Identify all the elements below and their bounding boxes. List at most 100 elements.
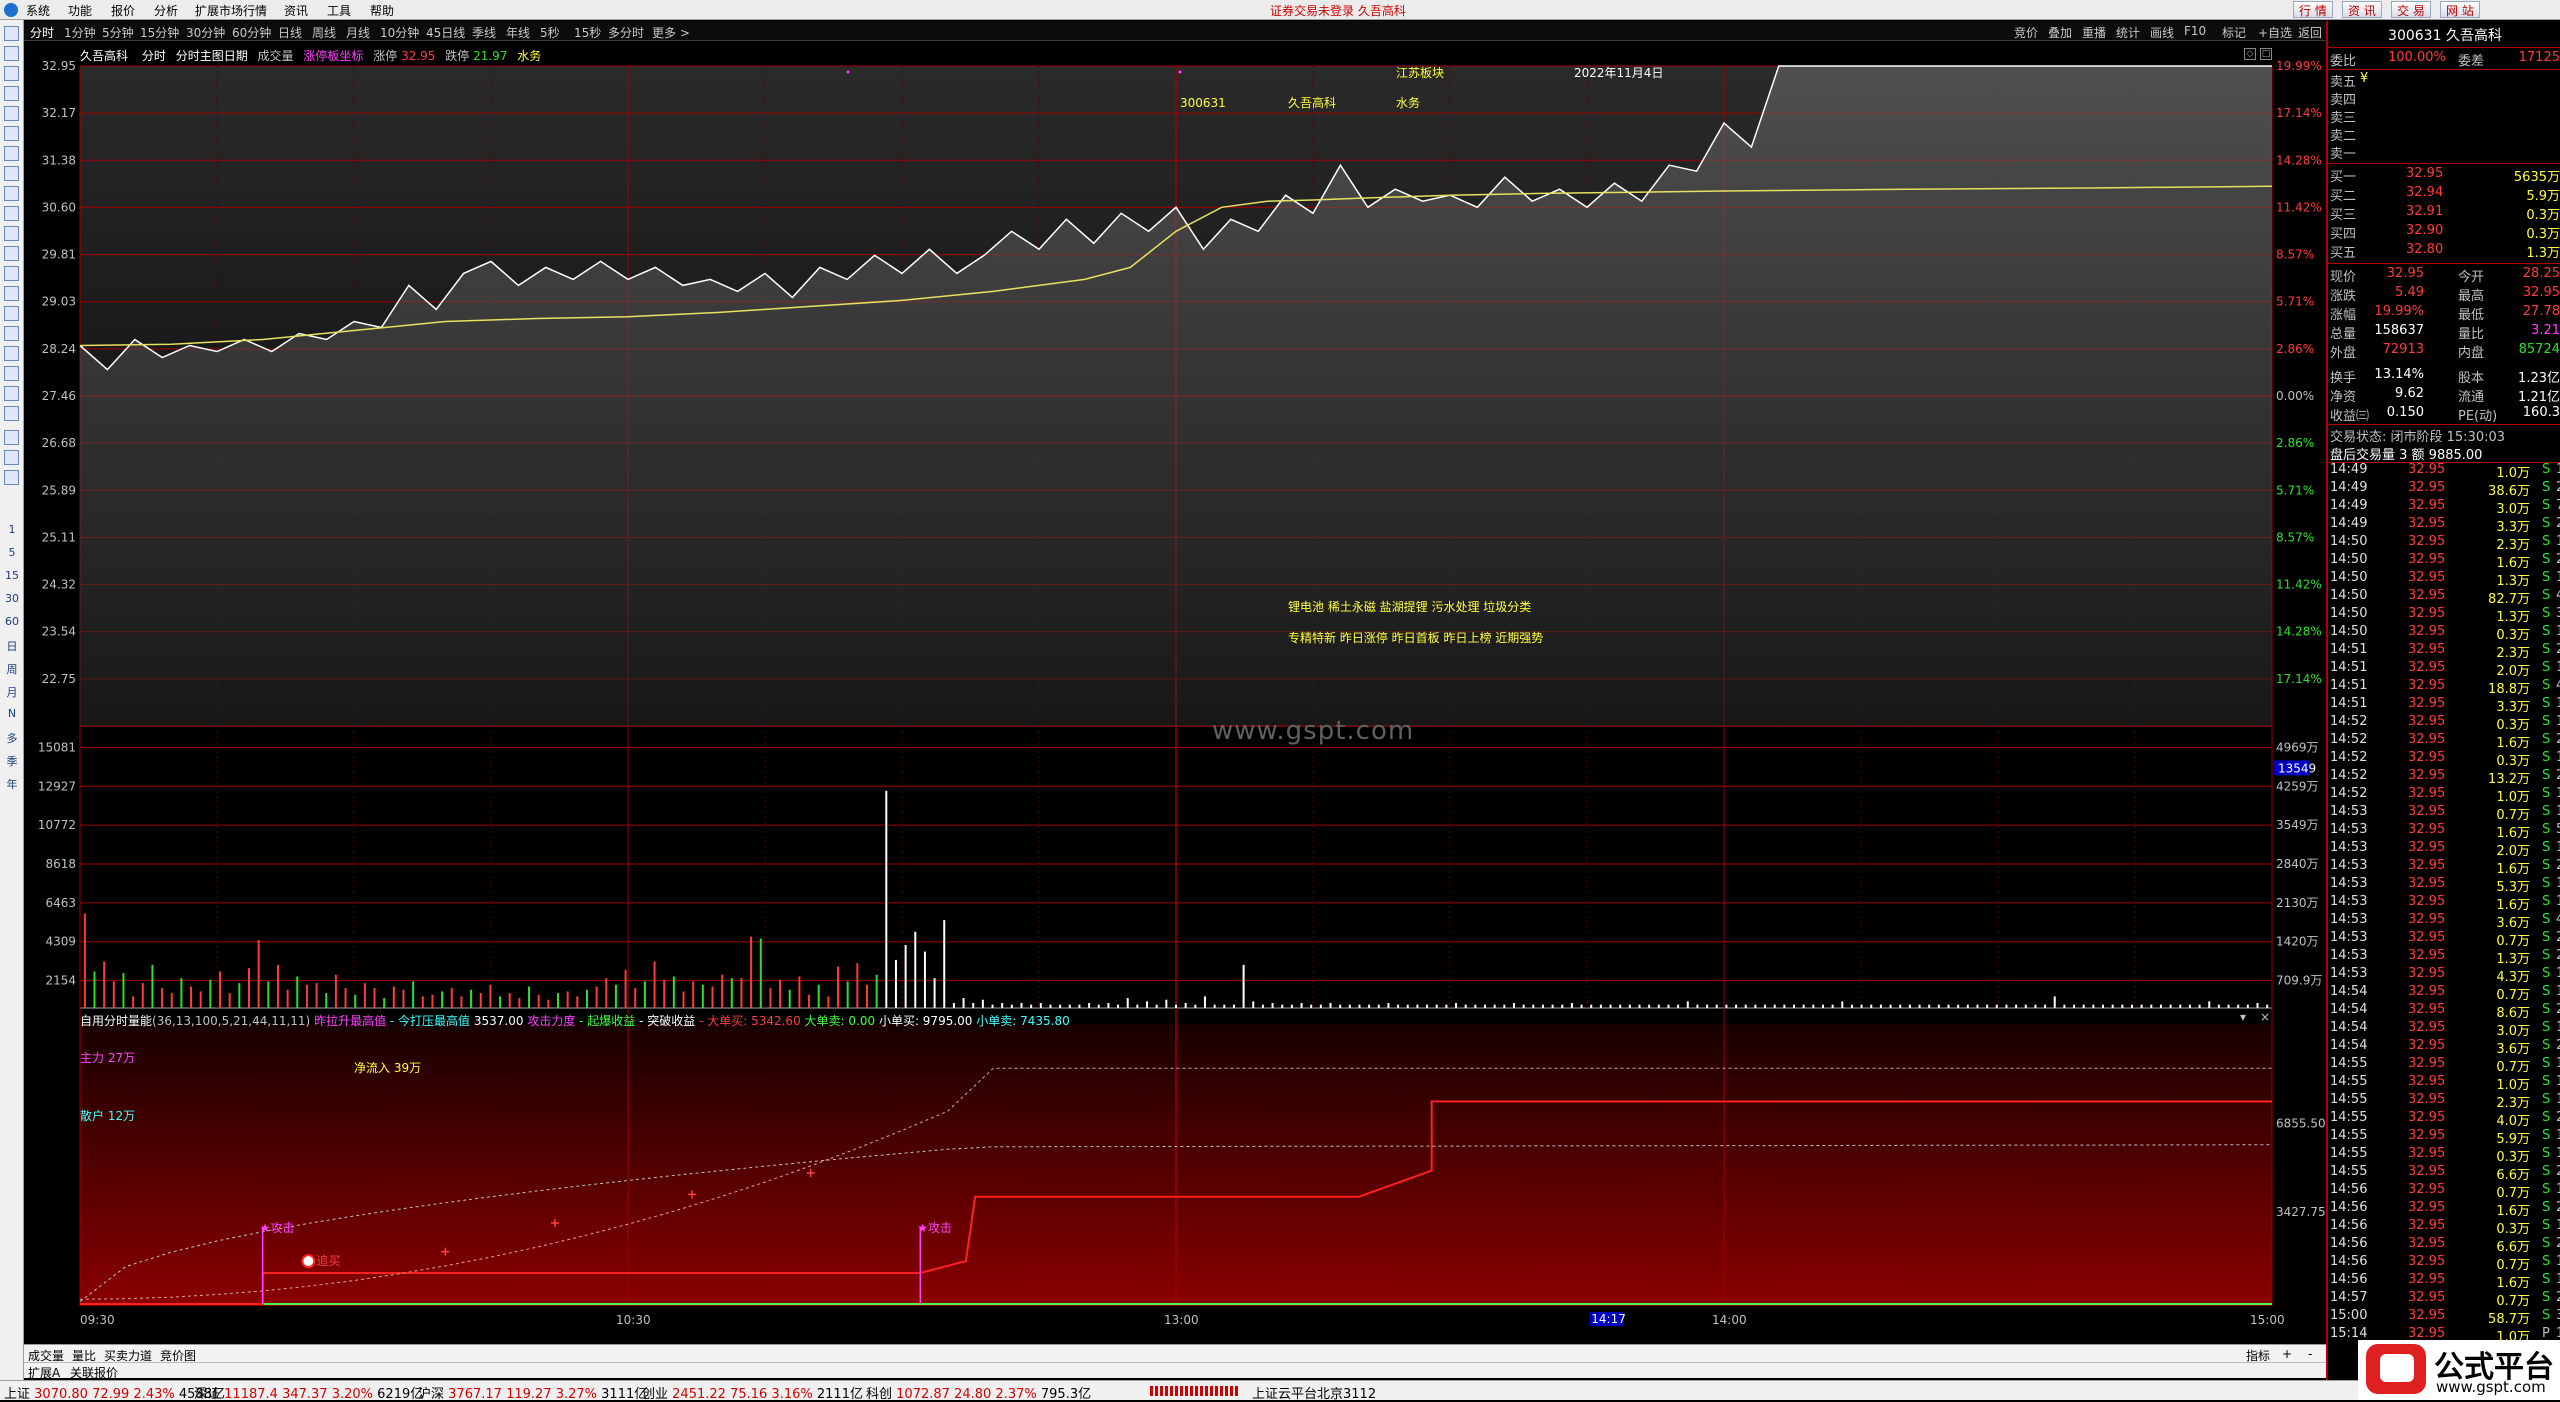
period-tab-45day[interactable]: 45日线 (426, 24, 465, 41)
period-season[interactable]: 季 (0, 753, 24, 769)
period-tab-month[interactable]: 月线 (346, 24, 370, 41)
stat-value: 158637 (2374, 323, 2424, 338)
formula-icon[interactable] (4, 246, 19, 261)
buy-level-row[interactable]: 买五 32.80 1.3万 (2330, 242, 2560, 261)
list-icon[interactable] (4, 126, 19, 141)
nav-home-icon[interactable] (4, 26, 19, 41)
period-tab-intraday[interactable]: 分时 (30, 24, 54, 41)
chart-area[interactable]: ★攻击 ★攻击 追买 主力 27万 净流入 39万 散户 12万 32.95 19.99% 3… (24, 42, 2326, 1338)
buy-level-row[interactable]: 买二 32.94 5.9万 (2330, 185, 2560, 204)
chart-expand-icon[interactable]: □ (2260, 48, 2272, 60)
period-day[interactable]: 日 (0, 638, 24, 654)
chart-line-icon[interactable] (4, 146, 19, 161)
index-quote[interactable]: 深证 11187.4 347.37 3.20% 6219亿 (194, 1383, 423, 1402)
tab-related-quote[interactable]: 关联报价 (70, 1364, 118, 1381)
percent-icon[interactable] (4, 386, 19, 401)
period-30[interactable]: 30 (0, 592, 24, 605)
period-1[interactable]: 1 (0, 523, 24, 536)
overlay-button[interactable]: 叠加 (2048, 24, 2072, 41)
index-quote[interactable]: 创业 2451.22 75.16 3.16% 2111亿 (642, 1383, 863, 1402)
period-tab-60min[interactable]: 60分钟 (232, 24, 271, 41)
pen-icon[interactable] (4, 406, 19, 421)
period-multi[interactable]: 多 (0, 730, 24, 746)
tick-volume: 0.3万 (2496, 1222, 2530, 1237)
period-tab-30min[interactable]: 30分钟 (186, 24, 225, 41)
stats-icon[interactable] (4, 266, 19, 281)
nav-down-icon[interactable] (4, 86, 19, 101)
period-tab-5min[interactable]: 5分钟 (102, 24, 134, 41)
indicator-collapse-icon[interactable]: ▾ (2240, 1010, 2246, 1024)
period-5[interactable]: 5 (0, 546, 24, 559)
menu-quote[interactable]: 报价 (111, 2, 135, 19)
period-tab-15sec[interactable]: 15秒 (574, 24, 601, 41)
menu-ext-market[interactable]: 扩展市场行情 (195, 2, 267, 19)
menu-system[interactable]: 系统 (26, 2, 50, 19)
nav-back-icon[interactable] (4, 46, 19, 61)
f10-button[interactable]: F10 (2184, 24, 2206, 38)
stats-button[interactable]: 统计 (2116, 24, 2140, 41)
sector-icon[interactable] (4, 366, 19, 381)
index-quote[interactable]: 上证 3070.80 72.99 2.43% 4588亿 (4, 1383, 225, 1402)
chart-bar-icon[interactable] (4, 166, 19, 181)
buy-level-row[interactable]: 买四 32.90 0.3万 (2330, 223, 2560, 242)
market-button[interactable]: 行 情 (2293, 1, 2333, 18)
menu-function[interactable]: 功能 (68, 2, 92, 19)
period-tab-day[interactable]: 日线 (278, 24, 302, 41)
website-button[interactable]: 网 站 (2440, 1, 2480, 18)
zoom-in-button[interactable]: + (2282, 1347, 2292, 1361)
tick-count: 7 (2556, 498, 2560, 513)
news-icon[interactable] (4, 206, 19, 221)
index-quote[interactable]: 科创 1072.87 24.80 2.37% 795.3亿 (866, 1383, 1091, 1402)
period-tab-1min[interactable]: 1分钟 (64, 24, 96, 41)
layout-icon[interactable] (4, 346, 19, 361)
period-15[interactable]: 15 (0, 569, 24, 582)
add-watchlist-button[interactable]: +自选 (2258, 24, 2292, 41)
period-tab-5sec[interactable]: 5秒 (540, 24, 560, 41)
screen-icon[interactable] (4, 430, 19, 445)
return-button[interactable]: 返回 (2298, 24, 2322, 41)
draw-button[interactable]: 画线 (2150, 24, 2174, 41)
period-year[interactable]: 年 (0, 776, 24, 792)
period-tab-year[interactable]: 年线 (506, 24, 530, 41)
report-icon[interactable] (4, 226, 19, 241)
minute-icon[interactable] (4, 470, 19, 485)
period-week[interactable]: 周 (0, 661, 24, 677)
zoom-out-button[interactable]: - (2308, 1347, 2312, 1361)
period-tab-10min[interactable]: 10分钟 (380, 24, 419, 41)
chart-settings-icon[interactable]: ◇ (2244, 48, 2256, 60)
period-n[interactable]: N (0, 707, 24, 720)
menu-tools[interactable]: 工具 (327, 2, 351, 19)
menu-help[interactable]: 帮助 (370, 2, 394, 19)
window-icon[interactable] (4, 326, 19, 341)
tick-side: S (2542, 660, 2551, 675)
buy-level-row[interactable]: 买一 32.95 5635万 (2330, 166, 2560, 185)
indicator-legend-item: - 大单买: 5342.60 (699, 1014, 805, 1028)
trade-button[interactable]: 交 易 (2391, 1, 2431, 18)
period-tab-season[interactable]: 季线 (472, 24, 496, 41)
mark-button[interactable]: 标记 (2222, 24, 2246, 41)
period-tab-more[interactable]: 更多 > (652, 24, 690, 41)
grid-icon[interactable] (4, 106, 19, 121)
intraday-chart-svg: ★攻击 ★攻击追买 主力 27万净流入 39万散户 12万 32.95 19.99% 3… (38, 59, 2326, 1327)
menu-info[interactable]: 资讯 (284, 2, 308, 19)
tick-list[interactable]: 14:4932.951.0万S114:4932.9538.6万S214:4932… (2330, 462, 2560, 1362)
news-button[interactable]: 资 讯 (2342, 1, 2382, 18)
period-tab-week[interactable]: 周线 (312, 24, 336, 41)
server-status[interactable]: 上证云平台北京3112 (1252, 1383, 1376, 1402)
nav-up-icon[interactable] (4, 66, 19, 81)
toggle-icon[interactable] (4, 450, 19, 465)
f10-icon[interactable] (4, 186, 19, 201)
indicator-close-icon[interactable]: × (2260, 1010, 2270, 1024)
menu-analysis[interactable]: 分析 (154, 2, 178, 19)
replay-button[interactable]: 重播 (2082, 24, 2106, 41)
index-quote[interactable]: 沪深 3767.17 119.27 3.27% 3111亿 (418, 1383, 647, 1402)
search-icon[interactable] (4, 286, 19, 301)
buy-level-row[interactable]: 买三 32.91 0.3万 (2330, 204, 2560, 223)
tab-ext-a[interactable]: 扩展A (28, 1364, 60, 1381)
period-tab-15min[interactable]: 15分钟 (140, 24, 179, 41)
period-month[interactable]: 月 (0, 684, 24, 700)
calc-icon[interactable] (4, 306, 19, 321)
period-60[interactable]: 60 (0, 615, 24, 628)
period-tab-multi[interactable]: 多分时 (608, 24, 644, 41)
bid-button[interactable]: 竞价 (2014, 24, 2038, 41)
